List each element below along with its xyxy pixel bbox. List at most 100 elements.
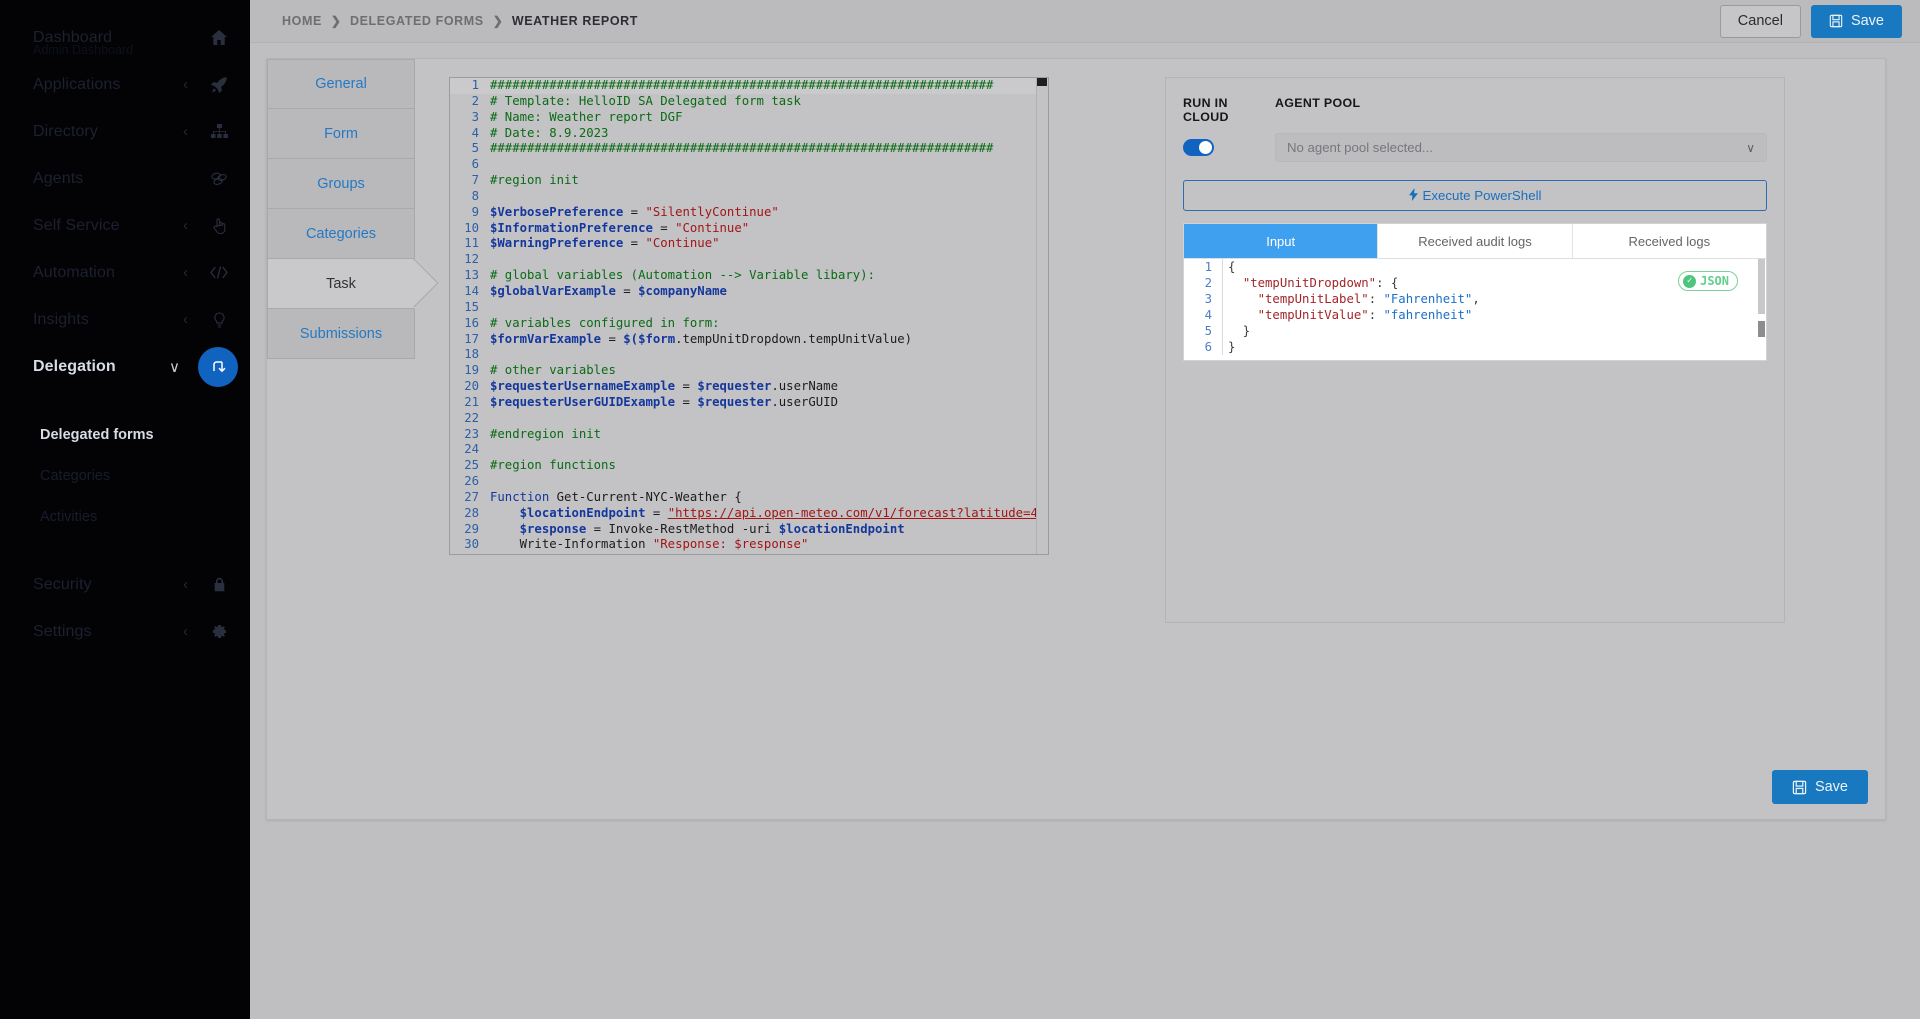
editor-scrollbar-thumb[interactable] <box>1037 78 1047 86</box>
code-text: $InformationPreference = "Continue" <box>490 220 750 235</box>
code-text: $VerbosePreference = "SilentlyContinue" <box>490 204 779 219</box>
sidebar-item-label: Security <box>33 575 92 593</box>
sidebar-subitem-delegated-forms[interactable]: Delegated forms <box>0 414 250 455</box>
bolt-icon <box>1408 187 1418 204</box>
json-line: 4 "tempUnitValue": "fahrenheit" <box>1184 307 1766 323</box>
json-line-number: 3 <box>1204 292 1212 306</box>
json-scrollbar-thumb-secondary[interactable] <box>1758 321 1765 337</box>
json-editor-scrollbar[interactable] <box>1757 259 1766 360</box>
chevron-left-icon: ‹ <box>183 76 188 93</box>
sidebar-item-directory[interactable]: Directory ‹ <box>0 108 250 155</box>
sidebar-item-subtitle: Admin Dashboard <box>33 43 134 57</box>
code-line: 27 Function Get-Current-NYC-Weather { <box>450 490 1048 506</box>
save-button-top-label: Save <box>1850 13 1884 29</box>
form-editor-card: General Form Groups Categories Task Submissio… <box>266 58 1886 820</box>
sidebar-nav: Dashboard Admin Dashboard Applications ‹ Dir… <box>0 14 250 390</box>
code-line: 21 $requesterUserGUIDExample = $requester… <box>450 395 1048 411</box>
result-tab-received-audit-logs[interactable]: Received audit logs <box>1378 224 1573 258</box>
code-line: 22 <box>450 411 1048 427</box>
code-line: 19 # other variables <box>450 363 1048 379</box>
agent-pool-select-value: No agent pool selected... <box>1287 140 1433 155</box>
code-text: ########################################… <box>490 141 994 156</box>
sidebar-subitem-categories[interactable]: Categories <box>0 455 250 496</box>
chevron-left-icon: ‹ <box>183 123 188 140</box>
json-text: "tempUnitValue": "fahrenheit" <box>1257 308 1473 322</box>
active-tab-arrow <box>413 259 439 307</box>
code-line: 7 #region init <box>450 173 1048 189</box>
code-text: #region functions <box>490 458 616 473</box>
breadcrumb-separator-1: ❯ <box>330 14 341 28</box>
breadcrumb-delegated-forms[interactable]: DELEGATED FORMS <box>350 14 484 28</box>
agent-pool-select[interactable]: No agent pool selected... ∨ <box>1275 133 1767 162</box>
chevron-left-icon: ‹ <box>183 576 188 593</box>
line-number: 2 <box>471 93 479 108</box>
card-footer: Save <box>1762 770 1868 804</box>
rocket-icon <box>206 76 232 93</box>
line-number: 6 <box>471 157 479 172</box>
json-scrollbar-thumb[interactable] <box>1758 259 1765 314</box>
json-input-editor[interactable]: 1{2 "tempUnitDropdown": {3 "tempUnitLabe… <box>1184 258 1766 360</box>
save-button-top[interactable]: Save <box>1810 4 1902 38</box>
code-text: # Name: Weather report DGF <box>490 109 683 124</box>
sidebar-subnav: Delegated forms Categories Activities <box>0 414 250 537</box>
chevron-down-icon: ∨ <box>169 358 180 376</box>
save-button-bottom[interactable]: Save <box>1771 770 1868 804</box>
code-text: # other variables <box>490 363 616 378</box>
delegation-icon <box>198 346 238 387</box>
result-tab-received-logs[interactable]: Received logs <box>1572 224 1766 258</box>
tab-label: Submissions <box>299 325 383 342</box>
floppy-disk-icon <box>1829 14 1843 28</box>
line-number: 9 <box>471 204 479 219</box>
sidebar-subitem-activities[interactable]: Activities <box>0 496 250 537</box>
sidebar-item-label: Directory <box>33 122 98 140</box>
code-line: 2 # Template: HelloID SA Delegated form t… <box>450 94 1048 110</box>
tab-general[interactable]: General <box>267 59 415 109</box>
sidebar-item-agents[interactable]: Agents <box>0 155 250 202</box>
code-line: 10 $InformationPreference = "Continue" <box>450 221 1048 237</box>
result-panel: Input Received audit logs Received logs 1{… <box>1183 223 1767 361</box>
breadcrumb-home[interactable]: HOME <box>282 14 322 28</box>
code-line: 11 $WarningPreference = "Continue" <box>450 236 1048 252</box>
line-number: 25 <box>464 458 479 473</box>
code-line: 13 # global variables (Automation --> Var… <box>450 268 1048 284</box>
org-chart-icon <box>206 124 232 139</box>
line-number: 17 <box>464 331 479 346</box>
json-line-number: 1 <box>1204 260 1212 274</box>
sidebar-item-delegation[interactable]: Delegation ∨ <box>0 343 250 390</box>
code-line: 24 <box>450 442 1048 458</box>
execute-powershell-button[interactable]: Execute PowerShell <box>1183 180 1767 211</box>
sidebar-item-insights[interactable]: Insights ‹ <box>0 296 250 343</box>
sidebar-item-applications[interactable]: Applications ‹ <box>0 61 250 108</box>
sidebar-item-label: Automation <box>33 263 115 281</box>
sidebar-item-settings[interactable]: Settings ‹ <box>0 608 250 655</box>
json-text: "tempUnitLabel": "Fahrenheit", <box>1257 292 1480 306</box>
editor-scrollbar[interactable] <box>1036 78 1048 554</box>
line-number: 5 <box>471 141 479 156</box>
sidebar-item-automation[interactable]: Automation ‹ <box>0 249 250 296</box>
result-tab-input[interactable]: Input <box>1184 224 1379 258</box>
json-line-number: 6 <box>1204 340 1212 354</box>
sidebar-item-security[interactable]: Security ‹ <box>0 561 250 608</box>
line-number: 3 <box>471 109 479 124</box>
sidebar-item-label: Applications <box>33 75 121 93</box>
run-in-cloud-toggle[interactable] <box>1183 139 1214 156</box>
tab-label: Form <box>324 125 358 142</box>
tab-task[interactable]: Task <box>267 259 415 309</box>
tab-submissions[interactable]: Submissions <box>267 309 415 359</box>
powershell-code-editor[interactable]: 1 #######################################… <box>449 77 1049 555</box>
sidebar-item-self-service[interactable]: Self Service ‹ <box>0 202 250 249</box>
line-number: 8 <box>471 188 479 203</box>
code-text: $formVarExample = $($form.tempUnitDropdo… <box>490 331 913 346</box>
tab-groups[interactable]: Groups <box>267 159 415 209</box>
code-line: 1 #######################################… <box>450 78 1048 94</box>
tab-form[interactable]: Form <box>267 109 415 159</box>
cancel-button[interactable]: Cancel <box>1719 4 1801 38</box>
execution-panel-controls: No agent pool selected... ∨ <box>1183 133 1767 162</box>
tab-label: Categories <box>305 225 377 242</box>
line-number: 23 <box>464 426 479 441</box>
code-text: $requesterUsernameExample = $requester.u… <box>490 379 838 394</box>
tab-categories[interactable]: Categories <box>267 209 415 259</box>
json-line-number: 2 <box>1204 276 1212 290</box>
sidebar-item-dashboard[interactable]: Dashboard Admin Dashboard <box>0 14 250 61</box>
